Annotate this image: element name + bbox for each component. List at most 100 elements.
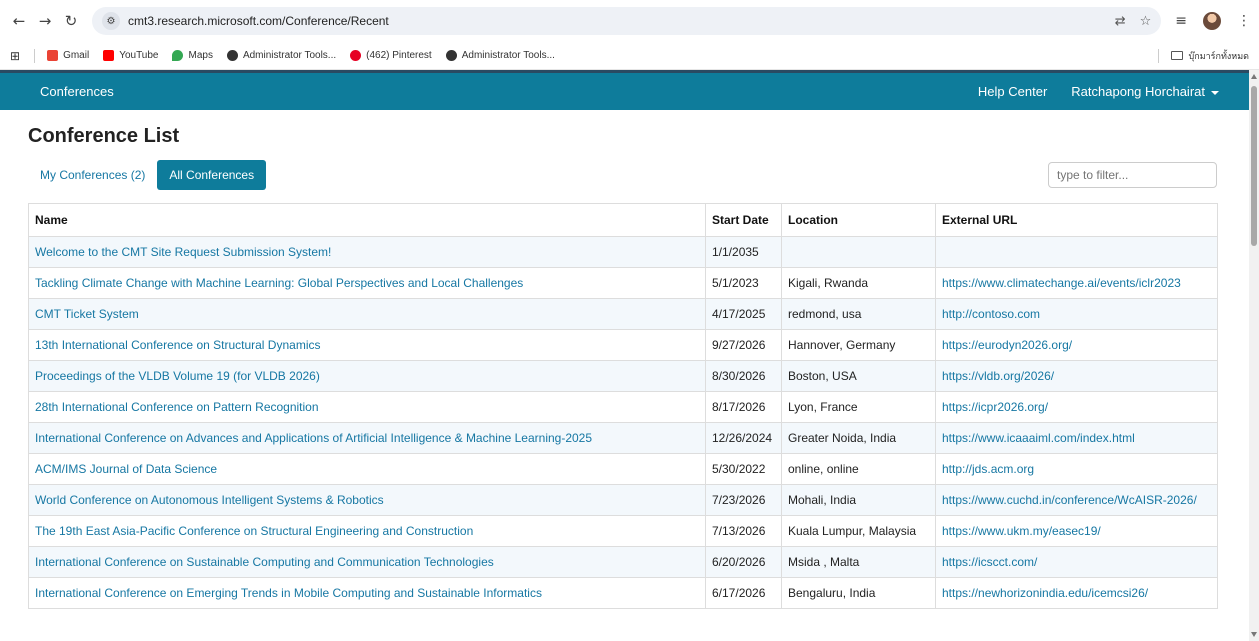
conference-name-link[interactable]: ACM/IMS Journal of Data Science	[28, 453, 706, 485]
start-date-cell: 12/26/2024	[705, 422, 782, 454]
location-cell: Kuala Lumpur, Malaysia	[781, 515, 936, 547]
forward-icon[interactable]: →	[34, 10, 56, 32]
user-menu[interactable]: Ratchapong Horchairat	[1071, 84, 1219, 99]
pinterest-icon	[350, 50, 362, 61]
table-row: Proceedings of the VLDB Volume 19 (for V…	[28, 360, 1218, 392]
start-date-cell: 7/23/2026	[705, 484, 782, 516]
external-url-link[interactable]: https://www.climatechange.ai/events/iclr…	[935, 267, 1218, 299]
gmail-icon	[47, 50, 59, 61]
bookmark-maps[interactable]: Maps	[172, 50, 213, 61]
bookmark-youtube[interactable]: YouTube	[103, 50, 158, 61]
youtube-icon	[103, 50, 115, 61]
nav-conferences-link[interactable]: Conferences	[40, 84, 114, 99]
external-url-link[interactable]: https://vldb.org/2026/	[935, 360, 1218, 392]
conference-name-link[interactable]: Welcome to the CMT Site Request Submissi…	[28, 236, 706, 268]
browser-toolbar: ← → ↻ ⚙ cmt3.research.microsoft.com/Conf…	[0, 0, 1259, 42]
tab-all-conferences[interactable]: All Conferences	[157, 160, 267, 190]
location-cell: Msida , Malta	[781, 546, 936, 578]
tab-my-conferences[interactable]: My Conferences (2)	[28, 160, 157, 190]
start-date-cell: 9/27/2026	[705, 329, 782, 361]
bookmarks-divider	[34, 48, 36, 63]
help-center-link[interactable]: Help Center	[978, 84, 1047, 99]
conference-name-link[interactable]: World Conference on Autonomous Intellige…	[28, 484, 706, 516]
scroll-up-icon[interactable]	[1251, 74, 1257, 79]
external-url-link[interactable]: https://icscct.com/	[935, 546, 1218, 578]
table-row: Welcome to the CMT Site Request Submissi…	[28, 236, 1218, 268]
start-date-cell: 7/13/2026	[705, 515, 782, 547]
location-cell: Hannover, Germany	[781, 329, 936, 361]
start-date-cell: 5/30/2022	[705, 453, 782, 485]
external-url-link[interactable]: https://newhorizonindia.edu/icemcsi26/	[935, 577, 1218, 609]
menu-icon[interactable]: ⋮	[1237, 13, 1251, 29]
vertical-scrollbar[interactable]	[1249, 70, 1259, 641]
page-content: Conferences Help Center Ratchapong Horch…	[0, 70, 1259, 641]
table-row: 28th International Conference on Pattern…	[28, 391, 1218, 423]
folder-icon	[1170, 51, 1183, 60]
start-date-cell: 5/1/2023	[705, 267, 782, 299]
table-body: Welcome to the CMT Site Request Submissi…	[28, 236, 1218, 609]
avatar[interactable]	[1203, 12, 1221, 30]
external-url-link[interactable]: http://contoso.com	[935, 298, 1218, 330]
external-url-link[interactable]: https://icpr2026.org/	[935, 391, 1218, 423]
start-date-cell: 6/20/2026	[705, 546, 782, 578]
tab-search-icon[interactable]: ≡	[1175, 13, 1187, 29]
filter-input[interactable]	[1048, 162, 1217, 188]
location-cell	[781, 236, 936, 268]
url-text: cmt3.research.microsoft.com/Conference/R…	[128, 14, 389, 28]
scroll-down-icon[interactable]	[1251, 632, 1257, 637]
all-bookmarks[interactable]: บุ๊กมาร์กทั้งหมด	[1157, 48, 1249, 63]
start-date-cell: 8/17/2026	[705, 391, 782, 423]
translate-icon[interactable]: ⇄	[1115, 14, 1126, 29]
bookmark-pinterest[interactable]: (462) Pinterest	[350, 50, 432, 61]
location-cell: Mohali, India	[781, 484, 936, 516]
conference-name-link[interactable]: Proceedings of the VLDB Volume 19 (for V…	[28, 360, 706, 392]
conference-name-link[interactable]: CMT Ticket System	[28, 298, 706, 330]
bookmarks-divider	[1157, 48, 1159, 63]
caret-down-icon	[1211, 90, 1219, 95]
scrollbar-thumb[interactable]	[1251, 86, 1257, 246]
conference-name-link[interactable]: 13th International Conference on Structu…	[28, 329, 706, 361]
column-header-start-date[interactable]: Start Date	[705, 203, 782, 237]
conference-name-link[interactable]: Tackling Climate Change with Machine Lea…	[28, 267, 706, 299]
table-row: 13th International Conference on Structu…	[28, 329, 1218, 361]
column-header-name[interactable]: Name	[28, 203, 706, 237]
location-cell: Kigali, Rwanda	[781, 267, 936, 299]
start-date-cell: 6/17/2026	[705, 577, 782, 609]
table-header-row: Name Start Date Location External URL	[28, 203, 1218, 237]
column-header-external-url[interactable]: External URL	[935, 203, 1218, 237]
external-url-link[interactable]: https://www.cuchd.in/conference/WcAISR-2…	[935, 484, 1218, 516]
conference-name-link[interactable]: International Conference on Advances and…	[28, 422, 706, 454]
globe-icon	[226, 50, 238, 61]
bookmark-gmail[interactable]: Gmail	[47, 50, 89, 61]
column-header-location[interactable]: Location	[781, 203, 936, 237]
bookmark-star-icon[interactable]: ☆	[1140, 14, 1152, 29]
tabs-row: My Conferences (2) All Conferences	[28, 160, 1217, 190]
address-bar[interactable]: ⚙ cmt3.research.microsoft.com/Conference…	[92, 7, 1162, 35]
external-url-link[interactable]: https://www.icaaaiml.com/index.html	[935, 422, 1218, 454]
table-row: International Conference on Sustainable …	[28, 546, 1218, 578]
location-cell: redmond, usa	[781, 298, 936, 330]
start-date-cell: 8/30/2026	[705, 360, 782, 392]
conference-table: Name Start Date Location External URL We…	[28, 203, 1218, 609]
page-title: Conference List	[28, 125, 180, 147]
conference-name-link[interactable]: International Conference on Emerging Tre…	[28, 577, 706, 609]
back-icon[interactable]: ←	[8, 10, 30, 32]
user-name: Ratchapong Horchairat	[1071, 84, 1205, 99]
conference-name-link[interactable]: International Conference on Sustainable …	[28, 546, 706, 578]
apps-icon[interactable]: ⊞	[10, 49, 20, 63]
top-navbar: Conferences Help Center Ratchapong Horch…	[0, 70, 1259, 110]
site-info-icon[interactable]: ⚙	[102, 12, 120, 30]
external-url-link[interactable]: http://jds.acm.org	[935, 453, 1218, 485]
bookmark-admin-tools-2[interactable]: Administrator Tools...	[445, 50, 555, 61]
reload-icon[interactable]: ↻	[60, 10, 82, 32]
external-url-link[interactable]	[935, 236, 1218, 268]
bookmark-admin-tools-1[interactable]: Administrator Tools...	[226, 50, 336, 61]
conference-name-link[interactable]: 28th International Conference on Pattern…	[28, 391, 706, 423]
table-row: World Conference on Autonomous Intellige…	[28, 484, 1218, 516]
external-url-link[interactable]: https://eurodyn2026.org/	[935, 329, 1218, 361]
external-url-link[interactable]: https://www.ukm.my/easec19/	[935, 515, 1218, 547]
location-cell: Boston, USA	[781, 360, 936, 392]
maps-icon	[172, 50, 184, 61]
conference-name-link[interactable]: The 19th East Asia-Pacific Conference on…	[28, 515, 706, 547]
location-cell: Greater Noida, India	[781, 422, 936, 454]
